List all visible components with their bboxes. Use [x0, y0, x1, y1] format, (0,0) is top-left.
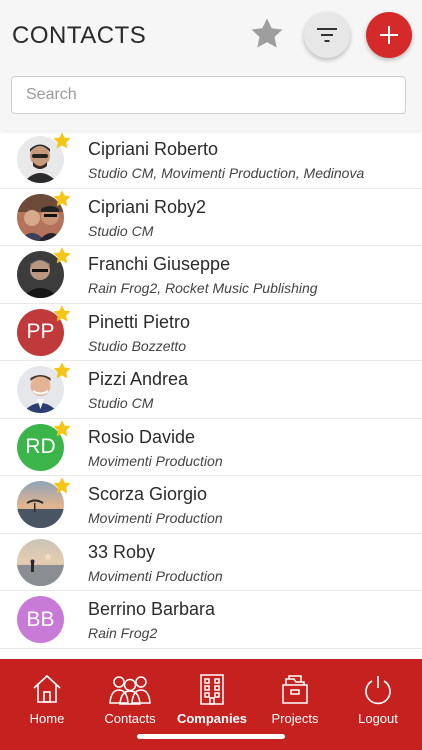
contact-company: Movimenti Production [88, 510, 223, 526]
nav-item-logout[interactable]: Logout [336, 671, 420, 726]
contact-name: 33 Roby [88, 541, 156, 562]
favorite-star-icon [52, 476, 72, 496]
contact-name: Pizzi Andrea [88, 369, 189, 389]
favorite-star-icon [52, 361, 72, 381]
nav-item-contacts[interactable]: Contacts [88, 671, 172, 726]
contact-company: Studio CM [88, 395, 154, 411]
contact-row[interactable]: Franchi Giuseppe Rain Frog2, Rocket Music… [0, 246, 422, 304]
avatar-initials: BB [17, 596, 64, 643]
companies-icon [170, 671, 254, 705]
contact-name: Cipriani Roberto [88, 139, 219, 159]
avatar-photo [17, 538, 64, 586]
nav-label: Companies [176, 711, 248, 726]
contact-row[interactable]: Cipriani Roby2 Studio CM [0, 188, 422, 246]
contact-company: Studio CM, Movimenti Production, Medinov… [88, 165, 365, 181]
favorite-star-icon [52, 189, 72, 209]
contacts-icon [88, 671, 172, 705]
contacts-list: Cipriani Roberto Studio CM, Movimenti Pro… [0, 131, 422, 661]
add-contact-button[interactable] [366, 12, 412, 58]
nav-item-projects[interactable]: Projects [253, 671, 337, 726]
contact-name: Pinetti Pietro [88, 311, 191, 332]
nav-label: Home [29, 711, 65, 726]
contact-row[interactable]: 33 Roby Movimenti Production [0, 533, 422, 591]
contact-name: Scorza Giorgio [88, 484, 208, 504]
contact-name: Franchi Giuseppe [88, 254, 231, 274]
favorites-filter-button[interactable] [248, 15, 286, 53]
nav-item-companies[interactable]: Companies [170, 671, 254, 726]
contact-row[interactable]: Scorza Giorgio Movimenti Production [0, 476, 422, 534]
page-title: CONTACTS [12, 22, 147, 49]
plus-icon [380, 26, 398, 44]
app-header: CONTACTS [0, 0, 422, 130]
contact-company: Rain Frog2, Rocket Music Publishing [88, 280, 318, 296]
favorite-star-icon [52, 131, 72, 151]
filter-icon [317, 28, 337, 42]
nav-label: Logout [358, 711, 398, 726]
filter-button[interactable] [304, 12, 350, 58]
contact-company: Movimenti Production [88, 567, 223, 584]
home-icon [5, 671, 89, 705]
logout-icon [336, 671, 420, 705]
contact-name: Cipriani Roby2 [88, 196, 207, 217]
contact-row[interactable]: Pizzi Andrea Studio CM [0, 361, 422, 419]
contact-company: Rain Frog2 [88, 625, 158, 641]
contact-row[interactable]: PP Pinetti Pietro Studio Bozzetto [0, 303, 422, 361]
nav-label: Projects [271, 711, 319, 726]
projects-icon [253, 671, 337, 705]
favorite-star-icon [52, 246, 72, 266]
contact-row[interactable]: BB Berrino Barbara Rain Frog2 [0, 591, 422, 649]
contact-row[interactable]: Cipriani Roberto Studio CM, Movimenti Pro… [0, 131, 422, 189]
search-input[interactable] [11, 76, 406, 114]
home-indicator [137, 734, 285, 739]
nav-label: Contacts [104, 711, 156, 726]
favorite-star-icon [52, 419, 72, 439]
star-icon [251, 18, 283, 48]
contact-company: Studio CM [88, 222, 154, 239]
favorite-star-icon [52, 304, 72, 324]
contact-name: Berrino Barbara [88, 599, 216, 619]
contact-row[interactable]: RD Rosio Davide Movimenti Production [0, 418, 422, 476]
contact-name: Rosio Davide [88, 426, 196, 447]
contact-company: Movimenti Production [88, 452, 223, 469]
nav-item-home[interactable]: Home [5, 671, 89, 726]
contact-company: Studio Bozzetto [88, 337, 187, 354]
